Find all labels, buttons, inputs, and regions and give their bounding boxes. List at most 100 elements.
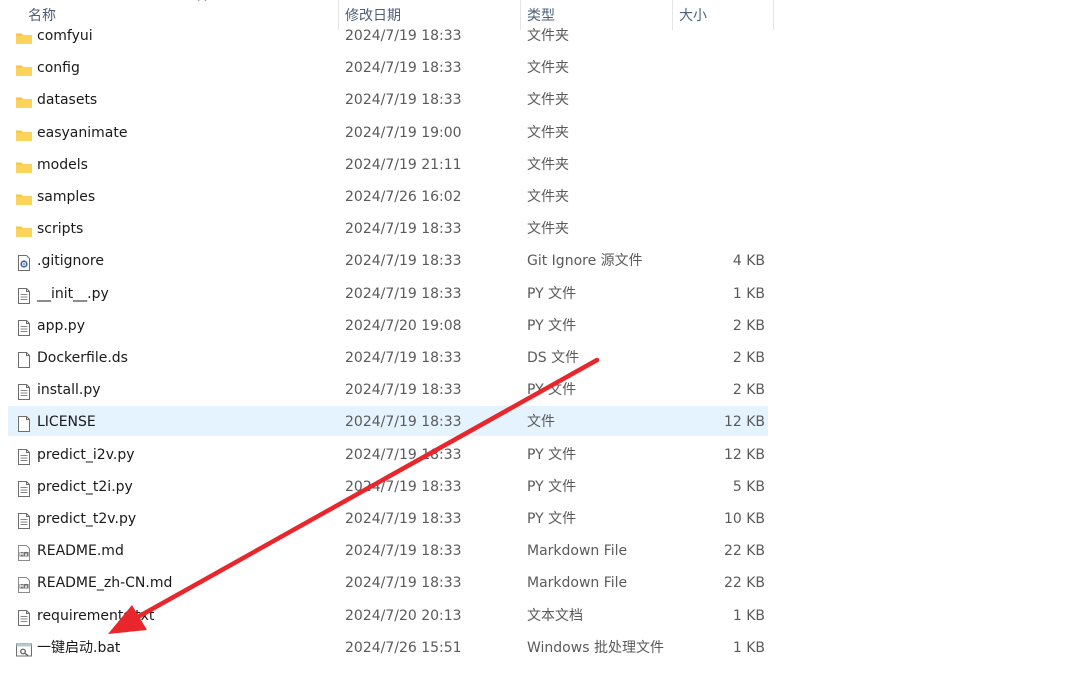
- file-row[interactable]: predict_t2v.py 2024/7/19 18:33 PY 文件 10 KB: [8, 503, 768, 533]
- markdown-file-icon: [15, 574, 33, 594]
- file-date-modified: 2024/7/19 18:33: [345, 575, 462, 592]
- file-row[interactable]: samples 2024/7/26 16:02 文件夹: [8, 181, 768, 211]
- file-row[interactable]: README.md 2024/7/19 18:33 Markdown File 22 …: [8, 535, 768, 565]
- folder-icon: [15, 27, 33, 45]
- file-name: comfyui: [37, 28, 93, 44]
- file-size: 4 KB: [732, 253, 765, 270]
- file-type: 文本文档: [527, 607, 583, 624]
- file-date-modified: 2024/7/19 18:33: [345, 543, 462, 560]
- file-size: 10 KB: [723, 511, 765, 527]
- file-row[interactable]: install.py 2024/7/19 18:33 PY 文件 2 KB: [8, 374, 768, 404]
- file-size: [668, 52, 765, 82]
- folder-icon: [15, 188, 33, 206]
- file-size: [668, 20, 765, 50]
- file-name: predict_t2v.py: [37, 511, 137, 527]
- file-name: models: [37, 156, 88, 173]
- file-type: PY 文件: [527, 446, 577, 463]
- file-size: 1 KB: [732, 607, 765, 624]
- folder-icon: [15, 59, 33, 77]
- file-size: [668, 117, 765, 147]
- blank-file-icon: [15, 413, 33, 433]
- text-file-icon: [15, 285, 33, 304]
- file-row[interactable]: .gitignore 2024/7/19 18:33 Git Ignore 源文件 4…: [8, 245, 768, 275]
- file-date-modified: 2024/7/19 21:11: [345, 156, 462, 173]
- file-name: datasets: [37, 92, 98, 109]
- file-size: 2 KB: [732, 317, 765, 334]
- file-row[interactable]: config 2024/7/19 18:33 文件夹: [8, 52, 768, 82]
- file-type: Markdown File: [527, 543, 628, 560]
- file-type: 文件: [527, 414, 555, 431]
- file-name: app.py: [37, 317, 85, 334]
- file-date-modified: 2024/7/19 19:00: [345, 124, 462, 141]
- file-type: PY 文件: [527, 382, 577, 399]
- file-date-modified: 2024/7/20 20:13: [345, 607, 462, 624]
- file-date-modified: 2024/7/26 15:51: [345, 639, 462, 656]
- file-type: Markdown File: [527, 575, 628, 592]
- file-date-modified: 2024/7/19 18:33: [345, 478, 462, 495]
- file-name: __init__.py: [37, 285, 109, 302]
- file-row[interactable]: README_zh-CN.md 2024/7/19 18:33 Markdown F…: [8, 567, 768, 597]
- file-size: [668, 213, 765, 243]
- file-date-modified: 2024/7/19 18:33: [345, 92, 462, 109]
- file-explorer: 名称 修改日期 类型 大小 comfyui 2024/7/19 18:33 文件夹 c…: [0, 0, 1080, 678]
- file-type: Windows 批处理文件: [527, 639, 664, 656]
- file-name: install.py: [37, 382, 101, 399]
- file-size: 12 KB: [723, 414, 765, 431]
- file-date-modified: 2024/7/19 18:33: [345, 28, 462, 44]
- file-type: PY 文件: [527, 285, 577, 302]
- file-type: 文件夹: [527, 60, 569, 77]
- file-date-modified: 2024/7/19 18:33: [345, 285, 462, 302]
- file-type: PY 文件: [527, 478, 577, 495]
- file-size: 2 KB: [732, 382, 765, 399]
- file-row[interactable]: comfyui 2024/7/19 18:33 文件夹: [8, 20, 768, 50]
- file-name: 一键启动.bat: [37, 639, 121, 656]
- text-file-icon: [15, 381, 33, 401]
- file-type: 文件夹: [527, 156, 569, 173]
- file-type: PY 文件: [527, 317, 577, 334]
- file-name: Dockerfile.ds: [37, 350, 128, 366]
- file-date-modified: 2024/7/19 18:33: [345, 221, 462, 238]
- file-name: samples: [37, 189, 96, 205]
- text-file-icon: [15, 607, 33, 626]
- file-size: 1 KB: [732, 285, 765, 302]
- file-row[interactable]: predict_t2i.py 2024/7/19 18:33 PY 文件 5 KB: [8, 471, 768, 501]
- file-date-modified: 2024/7/19 18:33: [345, 350, 462, 366]
- file-type: 文件夹: [527, 28, 569, 44]
- file-row[interactable]: Dockerfile.ds 2024/7/19 18:33 DS 文件 2 KB: [8, 342, 768, 372]
- batch-file-icon: [15, 639, 33, 657]
- gear-file-icon: [15, 252, 33, 272]
- file-row[interactable]: predict_i2v.py 2024/7/19 18:33 PY 文件 12 KB: [8, 439, 768, 469]
- file-type: DS 文件: [527, 350, 580, 366]
- file-row[interactable]: __init__.py 2024/7/19 18:33 PY 文件 1 KB: [8, 278, 768, 308]
- file-name: scripts: [37, 221, 84, 238]
- text-file-icon: [15, 510, 33, 529]
- file-row[interactable]: requirements.txt 2024/7/20 20:13 文本文档 1 KB: [8, 600, 768, 630]
- file-name: config: [37, 60, 80, 77]
- file-type: PY 文件: [527, 511, 577, 527]
- folder-icon: [15, 156, 33, 174]
- file-name: README.md: [37, 543, 124, 560]
- file-row[interactable]: easyanimate 2024/7/19 19:00 文件夹: [8, 117, 768, 147]
- file-size: 2 KB: [732, 350, 765, 366]
- file-row[interactable]: models 2024/7/19 21:11 文件夹: [8, 149, 768, 179]
- file-date-modified: 2024/7/19 18:33: [345, 414, 462, 431]
- file-name: README_zh-CN.md: [37, 575, 173, 592]
- file-size: [668, 84, 765, 114]
- file-row[interactable]: scripts 2024/7/19 18:33 文件夹: [8, 213, 768, 243]
- file-size: [668, 181, 765, 211]
- file-row[interactable]: datasets 2024/7/19 18:33 文件夹: [8, 84, 768, 114]
- file-row[interactable]: 一键启动.bat 2024/7/26 15:51 Windows 批处理文件 1 KB: [8, 632, 768, 662]
- file-date-modified: 2024/7/20 19:08: [345, 317, 462, 334]
- blank-file-icon: [15, 349, 33, 368]
- file-date-modified: 2024/7/19 18:33: [345, 253, 462, 270]
- file-row[interactable]: LICENSE 2024/7/19 18:33 文件 12 KB: [8, 406, 768, 437]
- file-size: 22 KB: [723, 543, 765, 560]
- file-type: 文件夹: [527, 92, 569, 109]
- file-date-modified: 2024/7/19 18:33: [345, 60, 462, 77]
- folder-icon: [15, 220, 33, 238]
- text-file-icon: [15, 317, 33, 336]
- file-type: 文件夹: [527, 124, 569, 141]
- file-date-modified: 2024/7/19 18:33: [345, 382, 462, 399]
- file-row[interactable]: app.py 2024/7/20 19:08 PY 文件 2 KB: [8, 310, 768, 340]
- file-size: 22 KB: [723, 575, 765, 592]
